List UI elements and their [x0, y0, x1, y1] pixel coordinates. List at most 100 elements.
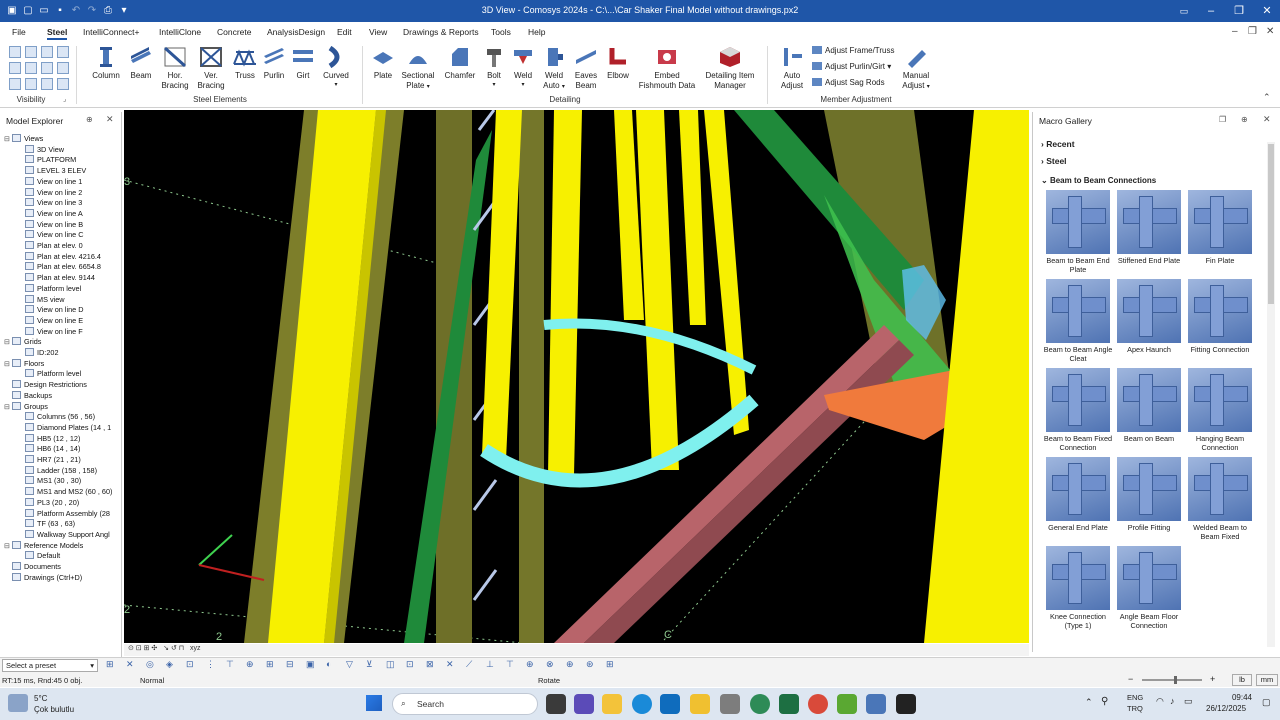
tree-item[interactable]: HR7 (21 , 21) [17, 455, 122, 466]
tree-item[interactable]: Design Restrictions [4, 380, 122, 391]
adjust-purlin-girt-button[interactable]: Adjust Purlin/Girt ▾ [812, 62, 891, 71]
ver-bracing-button[interactable]: Ver. Bracing [194, 46, 228, 90]
start-button[interactable] [366, 695, 382, 711]
tree-item[interactable]: ⊟ Groups [4, 401, 122, 413]
visibility-toggle-icon[interactable] [9, 62, 21, 74]
input-keyboard[interactable]: TRQ [1127, 704, 1143, 713]
app-icon[interactable] [896, 694, 916, 714]
clock-date[interactable]: 26/12/2025 [1206, 704, 1246, 713]
tree-item[interactable]: View on line 1 [17, 176, 122, 188]
macro-item[interactable]: General End Plate [1043, 457, 1113, 533]
preset-select[interactable]: Select a preset ▾ [2, 659, 98, 672]
tree-item[interactable]: ⊟ Views [4, 134, 122, 145]
app-icon[interactable] [837, 694, 857, 714]
view-tool-icon[interactable]: ⊞ [266, 659, 274, 670]
view-tool-icon[interactable]: ⊠ [426, 659, 434, 670]
store-icon[interactable] [602, 694, 622, 714]
visibility-toggle-icon[interactable] [41, 46, 53, 58]
tree-item[interactable]: View on line A [17, 208, 122, 220]
panel-close-icon[interactable]: ✕ [1263, 114, 1271, 125]
view-tool-icon[interactable]: ▣ [306, 659, 315, 670]
visibility-toggle-icon[interactable] [9, 46, 21, 58]
macro-item[interactable]: Welded Beam to Beam Fixed [1185, 457, 1255, 542]
view-tool-icon[interactable]: ✕ [446, 659, 454, 670]
tree-item[interactable]: Ladder (158 , 158) [17, 465, 122, 477]
purlin-button[interactable]: Purlin [260, 46, 288, 81]
tree-item[interactable]: Platform Assembly (28 [17, 508, 122, 520]
pin-icon[interactable]: ⊕ [1241, 115, 1248, 124]
section-beam-to-beam[interactable]: ⌄ Beam to Beam Connections [1041, 176, 1156, 185]
tree-item[interactable]: 3D View [17, 144, 122, 156]
tree-item[interactable]: Platform level [17, 283, 122, 295]
doc-minimize-icon[interactable]: – [1232, 26, 1238, 37]
macro-item[interactable]: Beam to Beam Fixed Connection [1043, 368, 1113, 453]
girt-button[interactable]: Girt [290, 46, 316, 81]
collapse-ribbon-icon[interactable]: ⌃ [1263, 92, 1271, 103]
tree-item[interactable]: View on line D [17, 305, 122, 316]
chamfer-button[interactable]: Chamfer [442, 46, 478, 81]
network-device-icon[interactable]: ⚲ [1101, 696, 1108, 707]
view-tool-icon[interactable]: ◎ [146, 659, 154, 670]
view-tool-icon[interactable]: ⊛ [586, 659, 594, 670]
tree-item[interactable]: MS1 and MS2 (60 , 60) [17, 487, 122, 498]
expand-toggle-icon[interactable]: ⊟ [4, 360, 12, 370]
settings-icon[interactable] [720, 694, 740, 714]
view-tool-icon[interactable]: ⋮ [206, 659, 215, 670]
tree-item[interactable]: Diamond Plates (14 , 1 [17, 422, 122, 434]
dialog-launcher-icon[interactable]: ⌟ [63, 95, 66, 103]
visibility-toggle-icon[interactable] [41, 78, 53, 90]
taskbar-search[interactable]: ⌕ Search [392, 693, 538, 715]
tab-file[interactable]: File [12, 27, 26, 37]
file-explorer-icon[interactable] [690, 694, 710, 714]
tab-steel[interactable]: Steel [47, 27, 68, 40]
macro-item[interactable]: Hanging Beam Connection [1185, 368, 1255, 453]
tree-item[interactable]: Documents [4, 562, 122, 573]
tab-tools[interactable]: Tools [491, 27, 511, 37]
tab-intelliconnect[interactable]: IntelliConnect+ [83, 27, 139, 37]
expand-toggle-icon[interactable]: ⊟ [4, 135, 12, 145]
tree-item[interactable]: Columns (56 , 56) [17, 412, 122, 423]
scrollbar-thumb[interactable] [1268, 144, 1274, 304]
visibility-toggle-icon[interactable] [57, 46, 69, 58]
doc-restore-icon[interactable]: ❐ [1248, 26, 1257, 37]
unit-length[interactable]: mm [1256, 674, 1278, 686]
tab-analysisdesign[interactable]: AnalysisDesign [267, 27, 325, 37]
tree-item[interactable]: Walkway Support Angl [17, 529, 122, 541]
tree-item[interactable]: HB5 (12 , 12) [17, 433, 122, 445]
zoom-out-icon[interactable]: − [1128, 674, 1133, 684]
view-tool-icon[interactable]: ◫ [386, 659, 395, 670]
view-tool-icon[interactable]: ⊥ [486, 659, 494, 670]
view-tool-icon[interactable]: ⊞ [606, 659, 614, 670]
battery-icon[interactable]: ▭ [1184, 696, 1193, 707]
macro-item[interactable]: Stiffened End Plate [1114, 190, 1184, 266]
view-tool-icon[interactable]: ⊗ [546, 659, 554, 670]
tab-drawings-reports[interactable]: Drawings & Reports [403, 27, 479, 37]
tab-help[interactable]: Help [528, 27, 545, 37]
section-steel[interactable]: › Steel [1041, 156, 1067, 166]
manual-adjust-button[interactable]: Manual Adjust ▾ [898, 46, 934, 92]
tree-item[interactable]: View on line 2 [17, 187, 122, 199]
expand-toggle-icon[interactable]: ⊟ [4, 403, 12, 413]
tree-item[interactable]: ⊟ Floors [4, 358, 122, 370]
float-panel-icon[interactable]: ❐ [1219, 115, 1226, 124]
comosys-icon[interactable] [866, 694, 886, 714]
pin-icon[interactable]: ⊕ [86, 115, 93, 124]
tree-item[interactable]: MS1 (30 , 30) [17, 476, 122, 487]
macro-item[interactable]: Fitting Connection [1185, 279, 1255, 355]
view-tool-icon[interactable]: ⊞ [106, 659, 114, 670]
tree-item[interactable]: ID:202 [17, 348, 122, 359]
hor-bracing-button[interactable]: Hor. Bracing [158, 46, 192, 90]
clock-time[interactable]: 09:44 [1224, 693, 1252, 702]
tray-overflow-icon[interactable]: ⌃ [1085, 697, 1093, 708]
minimize-button[interactable]: – [1201, 3, 1221, 19]
tree-item[interactable]: TF (63 , 63) [17, 519, 122, 530]
visibility-toggle-icon[interactable] [25, 46, 37, 58]
view-tool-icon[interactable]: ◐ [326, 659, 331, 669]
tree-item[interactable]: Plan at elev. 9144 [17, 273, 122, 284]
tree-item[interactable]: Plan at elev. 6654.8 [17, 262, 122, 273]
view-tool-icon[interactable]: ⊟ [286, 659, 294, 670]
maximize-button[interactable]: ❐ [1229, 3, 1249, 19]
visibility-toggle-icon[interactable] [25, 78, 37, 90]
weather-desc[interactable]: Çok bulutlu [34, 705, 74, 714]
plate-button[interactable]: Plate [370, 46, 396, 81]
